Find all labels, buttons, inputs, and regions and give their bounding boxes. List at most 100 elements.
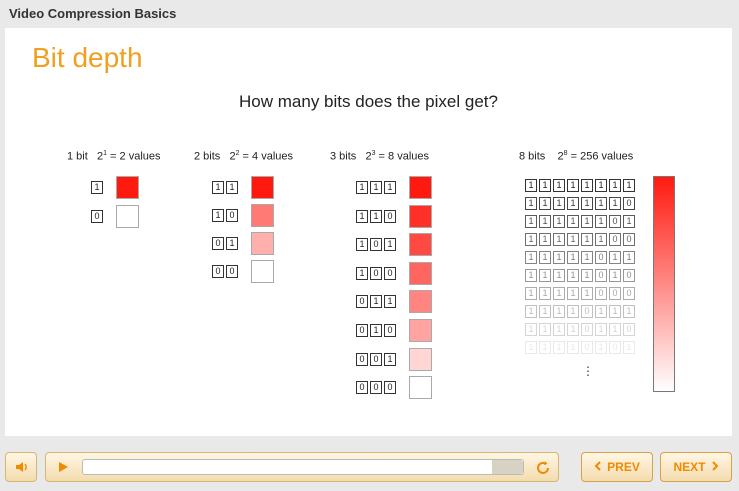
bit-cell: 1: [567, 215, 579, 228]
next-button[interactable]: NEXT: [660, 452, 732, 482]
bit-cell: 1: [539, 197, 551, 210]
bit-cell: 0: [623, 269, 635, 282]
bit-cell: 0: [226, 209, 238, 222]
bit-cell: 1: [539, 305, 551, 318]
column-header-1bit: 1 bit 21 = 2 values: [67, 150, 161, 163]
bit-cell: 1: [525, 215, 537, 228]
color-swatch: [409, 290, 432, 314]
bit-group: 11111110: [525, 197, 635, 210]
bit-row: 10: [212, 204, 274, 227]
bit-cell: 1: [525, 323, 537, 336]
bit-cell: 1: [525, 269, 537, 282]
bit-cell: 1: [539, 323, 551, 336]
bit-row: 11111011: [525, 251, 635, 264]
bit-cell: 1: [553, 215, 565, 228]
bit-cell: 1: [623, 251, 635, 264]
bit-cell: 1: [525, 287, 537, 300]
bit-row: 11111000: [525, 287, 635, 300]
bit-row: 010: [356, 319, 432, 342]
bit-group: 11111101: [525, 215, 635, 228]
bit-cell: 1: [356, 181, 368, 194]
bit-cell: 1: [356, 209, 368, 223]
bit-group: 010: [356, 324, 396, 337]
bit-cell: 1: [623, 341, 635, 354]
bit-cell: 0: [609, 341, 621, 354]
bit-cell: 1: [595, 305, 607, 318]
bit-cell: 1: [553, 233, 565, 246]
color-swatch: [251, 176, 274, 199]
bit-group: 11111010: [525, 269, 635, 282]
bit-group: 111: [356, 181, 396, 194]
bit-cell: 1: [384, 181, 396, 194]
bit-row: 01: [212, 232, 274, 255]
bit-row: 11111100: [525, 233, 635, 246]
bit-cell: 0: [595, 269, 607, 282]
color-swatch: [251, 260, 274, 283]
bit-cell: 1: [384, 238, 396, 252]
bit-cell: 1: [581, 287, 593, 300]
replay-icon[interactable]: [534, 459, 552, 477]
next-label: NEXT: [673, 460, 706, 474]
color-swatch: [409, 233, 432, 257]
bit-cell: 1: [553, 251, 565, 264]
bit-group: 110: [356, 209, 396, 223]
bit-group: 10: [212, 209, 238, 222]
bit-group: 00: [212, 265, 238, 278]
bit-row: 000: [356, 376, 432, 400]
bit-cell: 1: [370, 295, 382, 309]
bit-cell: 1: [356, 266, 368, 280]
column-header-3bit: 3 bits 23 = 8 values: [330, 150, 430, 163]
bit-cell: 1: [581, 269, 593, 282]
bit-cell: 1: [91, 181, 103, 194]
play-icon[interactable]: [56, 460, 70, 474]
bit-cell: 1: [567, 233, 579, 246]
bit-cell: 1: [567, 179, 579, 192]
column-header-8bit: 8 bits 28 = 256 values: [519, 150, 634, 163]
bit-row: 1: [91, 176, 139, 199]
prev-button[interactable]: PREV: [581, 452, 653, 482]
bit-group: 1: [91, 181, 103, 194]
bit-cell: 1: [595, 233, 607, 246]
bit-cell: 1: [212, 209, 224, 222]
slide-question: How many bits does the pixel get?: [239, 92, 498, 111]
color-swatch: [251, 232, 274, 255]
bit-cell: 1: [581, 215, 593, 228]
color-swatch: [409, 347, 432, 371]
bit-row: 011: [356, 290, 432, 314]
progress-track[interactable]: [82, 459, 524, 475]
bit-cell: 1: [623, 305, 635, 318]
bit-row: 11111101: [525, 215, 635, 228]
bit-cell: 0: [356, 381, 368, 395]
bit-row: 11110101: [525, 341, 635, 354]
bit-row: 11111111: [525, 179, 635, 192]
bit-cell: 1: [609, 269, 621, 282]
bit-cell: 1: [539, 233, 551, 246]
bit-cell: 0: [623, 323, 635, 336]
bit-group: 01: [212, 237, 238, 250]
bit-cell: 1: [553, 341, 565, 354]
bit-cell: 1: [226, 181, 238, 194]
bit-cell: 1: [567, 269, 579, 282]
bit-row: 11110110: [525, 323, 635, 336]
bit-cell: 1: [567, 341, 579, 354]
bit-cell: 0: [623, 233, 635, 246]
bit-cell: 1: [539, 179, 551, 192]
bit-group: 11111111: [525, 179, 635, 192]
bit-cell: 1: [581, 233, 593, 246]
bit-group: 011: [356, 295, 396, 309]
bit-cell: 0: [356, 352, 368, 366]
ellipsis: ⋮: [582, 364, 594, 378]
bit-cell: 1: [370, 324, 382, 337]
bit-row: 001: [356, 347, 432, 371]
bit-cell: 0: [370, 238, 382, 252]
volume-button[interactable]: [5, 452, 37, 482]
bit-cell: 1: [581, 251, 593, 264]
bit-cell: 1: [525, 197, 537, 210]
bit-group: 001: [356, 352, 396, 366]
bit-cell: 0: [226, 265, 238, 278]
column-header-2bit: 2 bits 22 = 4 values: [194, 150, 294, 163]
bit-row: 0: [91, 205, 139, 228]
bit-cell: 0: [370, 266, 382, 280]
bit-cell: 0: [581, 305, 593, 318]
course-title: Video Compression Basics: [9, 6, 177, 21]
